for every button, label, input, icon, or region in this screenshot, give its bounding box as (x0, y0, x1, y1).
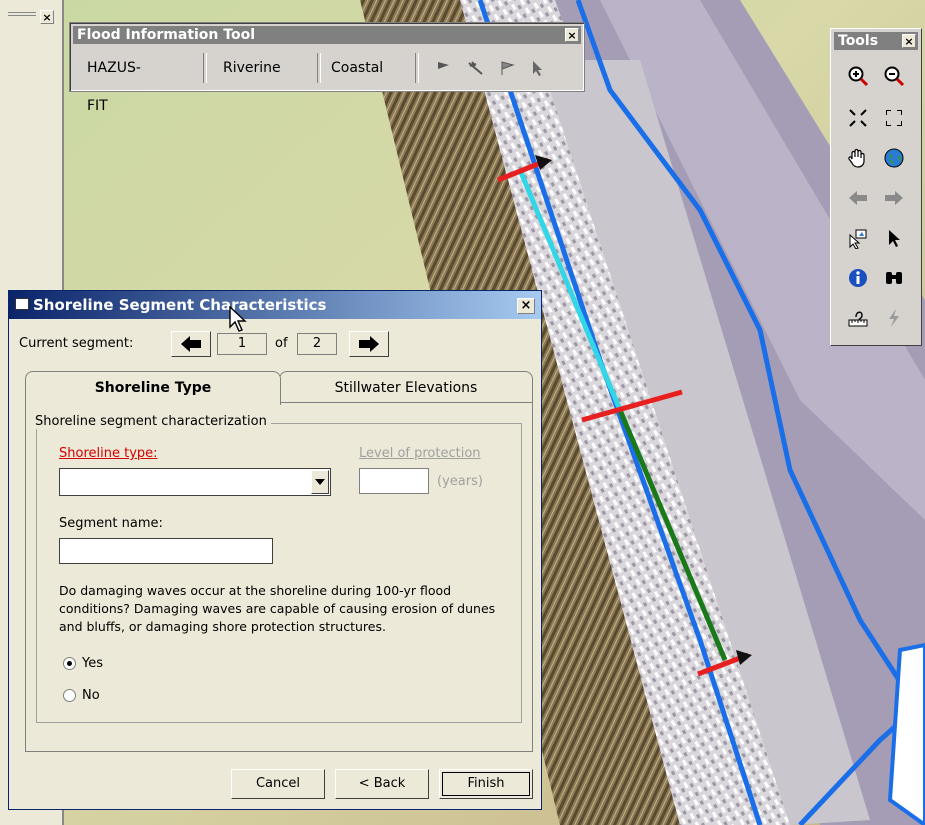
menu-riverine[interactable]: Riverine (223, 49, 281, 87)
back-extent-icon[interactable] (845, 185, 871, 211)
tab-strip: Shoreline Type Stillwater Elevations (25, 371, 533, 405)
hyperlink-icon[interactable] (881, 305, 907, 331)
flag-outline-icon[interactable] (499, 59, 517, 77)
finish-button[interactable]: Finish (439, 769, 533, 799)
fit-title: Flood Information Tool (77, 27, 255, 43)
measure-icon[interactable] (845, 305, 871, 331)
flag-icon[interactable] (435, 59, 453, 77)
radio-yes-button[interactable] (63, 657, 76, 670)
tools-title-bar[interactable]: Tools × (834, 32, 918, 50)
grip-icon (8, 12, 36, 16)
tool-wand-icon[interactable] (467, 59, 485, 77)
tools-toolbar: Tools × (830, 28, 922, 346)
full-extent-globe-icon[interactable] (881, 145, 907, 171)
damaging-waves-question: Do damaging waves occur at the shoreline… (59, 583, 496, 634)
segment-index-field[interactable]: 1 (217, 333, 267, 355)
radio-yes-label: Yes (82, 656, 103, 671)
level-of-protection-input[interactable] (359, 468, 429, 494)
radio-no-button[interactable] (63, 689, 76, 702)
menu-coastal[interactable]: Coastal (331, 49, 383, 87)
segment-name-input[interactable] (59, 538, 273, 564)
zoom-out-icon[interactable] (881, 63, 907, 89)
dialog-app-icon (15, 298, 29, 310)
tab-panel: Shoreline segment characterization Shore… (25, 402, 533, 752)
tools-title: Tools (838, 33, 879, 49)
arrow-left-icon (181, 336, 201, 352)
select-features-icon[interactable] (845, 225, 871, 251)
select-elements-icon[interactable] (881, 225, 907, 251)
mouse-cursor-icon (229, 306, 247, 332)
next-segment-button[interactable] (349, 331, 389, 357)
arrow-right-icon (359, 336, 379, 352)
identify-icon[interactable] (845, 265, 871, 291)
forward-extent-icon[interactable] (881, 185, 907, 211)
shoreline-type-label: Shoreline type: (59, 446, 158, 461)
back-button[interactable]: < Back (335, 769, 429, 799)
select-arrow-icon[interactable] (529, 59, 547, 77)
shoreline-type-dropdown[interactable] (59, 468, 331, 496)
dialog-title: Shoreline Segment Characteristics (33, 296, 327, 314)
cancel-button[interactable]: Cancel (231, 769, 325, 799)
left-dock-grip[interactable]: × (0, 8, 62, 24)
flood-information-toolbar: Flood Information Tool × HAZUS-FIT River… (69, 22, 585, 114)
segment-name-label: Segment name: (59, 516, 163, 531)
years-label: (years) (437, 474, 483, 489)
dropdown-arrow-icon[interactable] (311, 470, 329, 494)
segment-count-field: 2 (297, 333, 337, 355)
radio-no[interactable]: No (63, 688, 100, 703)
characterization-group: Shoreline segment characterization Shore… (33, 414, 522, 723)
menu-separator (317, 53, 321, 83)
level-of-protection-label: Level of protection (359, 446, 481, 461)
zoom-in-icon[interactable] (845, 63, 871, 89)
radio-no-label: No (82, 688, 100, 703)
menu-hazus-fit[interactable]: HAZUS-FIT (87, 49, 141, 114)
dialog-close-button[interactable]: × (517, 298, 535, 314)
tab-stillwater-elevations[interactable]: Stillwater Elevations (279, 371, 533, 403)
menu-separator (203, 53, 207, 83)
tools-close-button[interactable]: × (902, 34, 916, 48)
menu-separator (415, 53, 419, 83)
fit-title-bar[interactable]: Flood Information Tool × (73, 26, 581, 44)
previous-segment-button[interactable] (171, 331, 211, 357)
fit-close-button[interactable]: × (565, 28, 579, 42)
pan-hand-icon[interactable] (845, 145, 871, 171)
dialog-title-bar[interactable]: Shoreline Segment Characteristics × (9, 291, 541, 319)
current-segment-label: Current segment: (19, 336, 134, 351)
left-panel-close-button[interactable]: × (40, 10, 54, 24)
of-label: of (275, 336, 288, 351)
group-label: Shoreline segment characterization (33, 414, 271, 429)
shoreline-segment-dialog: Shoreline Segment Characteristics × Curr… (8, 290, 542, 810)
tab-shoreline-type[interactable]: Shoreline Type (25, 371, 281, 405)
fixed-zoom-out-icon[interactable] (881, 105, 907, 131)
fixed-zoom-in-icon[interactable] (845, 105, 871, 131)
radio-yes[interactable]: Yes (63, 656, 103, 671)
find-binoculars-icon[interactable] (881, 265, 907, 291)
